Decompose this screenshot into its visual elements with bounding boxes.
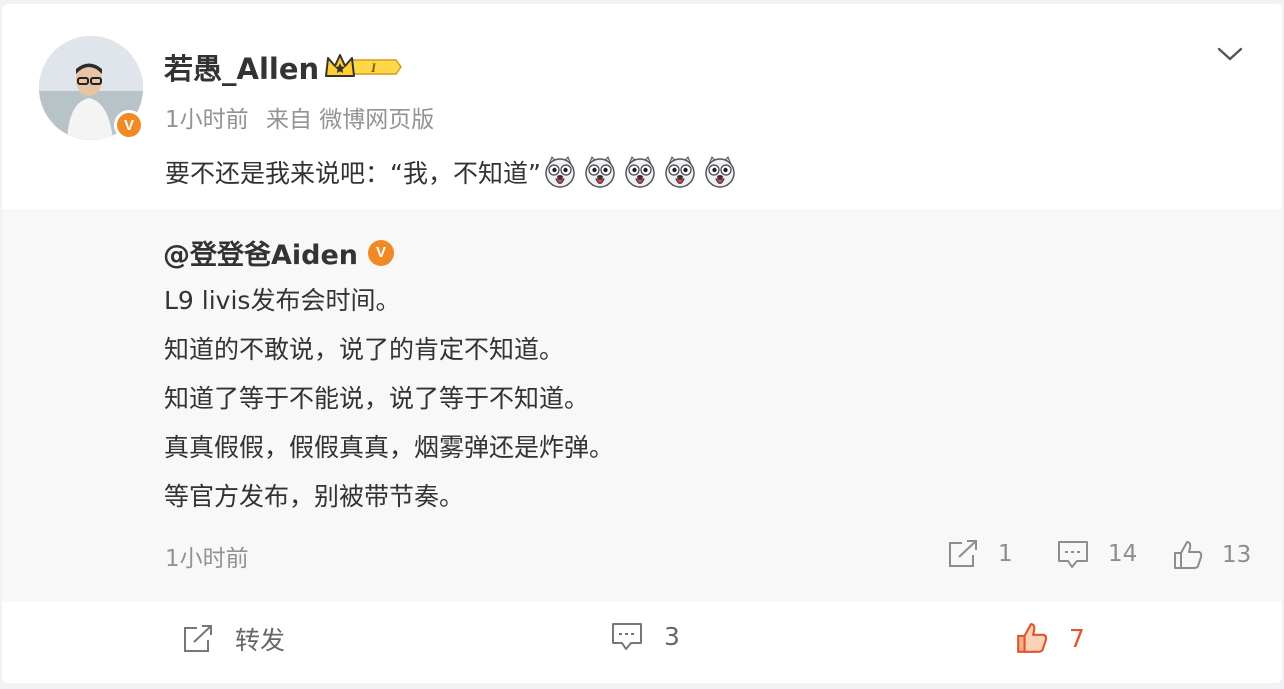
chevron-down-icon[interactable] xyxy=(1216,44,1244,64)
repost-time[interactable]: 1小时前 xyxy=(165,539,249,573)
post-meta: 1小时前 来自 微博网页版 xyxy=(165,100,434,134)
like-button[interactable]: 7 xyxy=(1015,621,1085,655)
comment-count: 3 xyxy=(664,621,680,651)
like-count: 7 xyxy=(1069,623,1085,653)
repost-share-button[interactable]: 1 xyxy=(946,539,1013,569)
repost-share-count: 1 xyxy=(998,541,1013,567)
member-crown-badge-icon[interactable]: I xyxy=(324,52,402,82)
repost-comment-count: 14 xyxy=(1108,541,1138,567)
verified-badge-icon: V xyxy=(114,110,144,140)
comment-icon xyxy=(1058,541,1088,568)
repost-line: 真真假假，假假真真，烟雾弹还是炸弹。 xyxy=(164,433,615,462)
repost-label: 转发 xyxy=(235,626,286,655)
post-time[interactable]: 1小时前 xyxy=(165,107,249,133)
doge-tongue-emoji xyxy=(625,156,655,188)
repost-verified-icon: V xyxy=(368,239,395,266)
repost-comment-button[interactable]: 14 xyxy=(1056,539,1137,569)
doge-tongue-emoji xyxy=(705,156,735,188)
repost-username[interactable]: @登登爸Aiden xyxy=(163,233,358,272)
repost-line: L9 livis发布会时间。 xyxy=(164,286,401,315)
doge-tongue-emoji xyxy=(545,156,575,188)
repost-button[interactable]: 转发 xyxy=(181,621,285,657)
emoji-row xyxy=(543,155,743,189)
repost-like-button[interactable]: 13 xyxy=(1172,539,1251,571)
retweeted-post[interactable]: @登登爸Aiden V L9 livis发布会时间。知道的不敢说，说了的肯定不知… xyxy=(2,209,1282,602)
repost-line: 等官方发布，别被带节奏。 xyxy=(164,482,465,511)
repost-user: @登登爸Aiden V xyxy=(163,233,395,272)
doge-tongue-emoji xyxy=(665,156,695,188)
share-icon xyxy=(184,625,212,652)
share-icon xyxy=(949,540,977,567)
thumbs-up-icon xyxy=(1174,541,1203,569)
repost-text: L9 livis发布会时间。知道的不敢说，说了的肯定不知道。 知道了等于不能说，说… xyxy=(164,281,614,526)
doge-tongue-emoji xyxy=(585,156,615,188)
post-content: 要不还是我来说吧：“我，不知道” xyxy=(165,154,743,190)
thumbs-up-liked-icon xyxy=(1017,623,1048,653)
comment-button[interactable]: 3 xyxy=(610,621,680,651)
repost-line: 知道的不敢说，说了的肯定不知道。 xyxy=(164,335,565,364)
repost-like-count: 13 xyxy=(1222,542,1252,568)
post-source: 来自 微博网页版 xyxy=(265,107,435,133)
weibo-post-card: V 若愚_Allen I 1小时前 来自 微博网页版 要不还是我来说吧：“我，不… xyxy=(2,4,1282,683)
member-badge-text: I xyxy=(370,60,377,75)
post-text: 要不还是我来说吧：“我，不知道” xyxy=(165,159,541,188)
post-username[interactable]: 若愚_Allen xyxy=(164,46,319,88)
repost-line: 知道了等于不能说，说了等于不知道。 xyxy=(164,384,590,413)
comment-icon xyxy=(612,623,642,650)
